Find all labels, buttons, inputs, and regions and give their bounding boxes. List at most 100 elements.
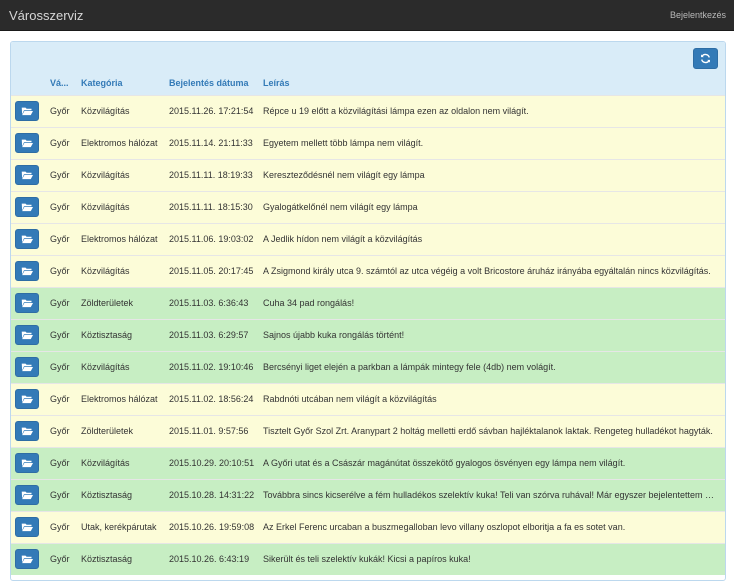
table-row[interactable]: Győr Közvilágítás 2015.11.11. 18:15:30 Gyal… (11, 191, 725, 223)
table-row[interactable]: Győr Közvilágítás 2015.11.05. 20:17:45 A Zs… (11, 255, 725, 287)
row-city: Győr (50, 234, 70, 244)
table-row[interactable]: Győr Közvilágítás 2015.11.02. 19:10:46 Berc… (11, 351, 725, 383)
table-row[interactable]: Győr Köztisztaság 2015.11.03. 6:29:57 Sajno… (11, 319, 725, 351)
row-date: 2015.11.05. 20:17:45 (169, 266, 254, 276)
row-description: Továbbra sincs kicserélve a fém hulladék… (263, 490, 725, 500)
row-description: Tisztelt Győr Szol Zrt. Aranypart 2 holt… (263, 426, 713, 436)
row-date: 2015.11.02. 19:10:46 (169, 362, 254, 372)
table-header-row: Vá... Kategória Bejelentés dátuma Leírás (11, 76, 725, 95)
row-category: Elektromos hálózat (81, 234, 158, 244)
row-city: Győr (50, 362, 70, 372)
table-row[interactable]: Győr Közvilágítás 2015.11.26. 17:21:54 Répc… (11, 95, 725, 127)
row-action-cell (11, 447, 50, 479)
row-city: Győr (50, 458, 70, 468)
open-report-button[interactable] (15, 549, 39, 570)
row-action-cell (11, 415, 50, 447)
row-date: 2015.11.03. 6:29:57 (169, 330, 249, 340)
table-row[interactable]: Győr Zöldterületek 2015.11.03. 6:36:43 Cuha… (11, 287, 725, 319)
row-date: 2015.11.26. 17:21:54 (169, 106, 254, 116)
open-report-button[interactable] (15, 517, 39, 537)
open-report-button[interactable] (15, 357, 39, 377)
row-category: Közvilágítás (81, 106, 130, 116)
table-row[interactable]: Győr Köztisztaság 2015.10.26. 6:43:19 Siker… (11, 543, 725, 575)
row-description: Sikerült és teli szelektív kukák! Kicsi … (263, 554, 471, 565)
row-description: A Győri utat és a Császár magánútat össz… (263, 458, 626, 468)
row-description: Répce u 19 előtt a közvilágítási lámpa e… (263, 106, 529, 116)
row-action-cell (11, 319, 50, 351)
open-report-button[interactable] (15, 101, 39, 121)
table-row[interactable]: Győr Zöldterületek 2015.11.01. 9:57:56 Tisz… (11, 415, 725, 447)
app-title[interactable]: Városszerviz (9, 8, 83, 23)
panel-toolbar (11, 42, 725, 76)
open-report-button[interactable] (15, 133, 39, 153)
table-row[interactable]: Győr Elektromos hálózat 2015.11.14. 21:11:… (11, 127, 725, 159)
folder-open-icon (21, 331, 33, 340)
folder-open-icon (21, 139, 33, 148)
row-city: Győr (50, 522, 70, 532)
row-city: Győr (50, 394, 70, 404)
table-row[interactable]: Győr Utak, kerékpárutak 2015.10.26. 19:59:… (11, 511, 725, 543)
navbar: Városszerviz Bejelentkezés (0, 0, 734, 31)
folder-open-icon (21, 203, 33, 212)
login-link[interactable]: Bejelentkezés (670, 10, 726, 20)
table-row[interactable]: Győr Közvilágítás 2015.11.11. 18:19:33 Kere… (11, 159, 725, 191)
row-date: 2015.10.26. 6:43:19 (169, 554, 250, 565)
folder-open-icon (21, 523, 33, 532)
folder-open-icon (21, 491, 33, 500)
row-date: 2015.10.28. 14:31:22 (169, 490, 255, 500)
column-header-city[interactable]: Vá... (50, 76, 81, 95)
row-action-cell (11, 511, 50, 543)
row-date: 2015.11.02. 18:56:24 (169, 394, 254, 404)
row-city: Győr (50, 106, 70, 116)
row-date: 2015.11.11. 18:19:33 (169, 170, 253, 180)
row-city: Győr (50, 266, 70, 276)
open-report-button[interactable] (15, 421, 39, 441)
row-action-cell (11, 479, 50, 511)
refresh-icon (701, 53, 710, 64)
row-category: Közvilágítás (81, 458, 130, 468)
row-date: 2015.11.01. 9:57:56 (169, 426, 249, 436)
open-report-button[interactable] (15, 293, 39, 313)
row-description: Kereszteződésnél nem világít egy lámpa (263, 170, 425, 180)
table-row[interactable]: Győr Elektromos hálózat 2015.11.02. 18:56:… (11, 383, 725, 415)
row-city: Győr (50, 330, 70, 340)
open-report-button[interactable] (15, 165, 39, 185)
row-city: Győr (50, 490, 70, 500)
row-category: Köztisztaság (81, 330, 133, 340)
row-date: 2015.10.26. 19:59:08 (169, 522, 255, 532)
column-header-category[interactable]: Kategória (81, 76, 169, 95)
open-report-button[interactable] (15, 325, 39, 345)
row-category: Zöldterületek (81, 426, 134, 436)
folder-open-icon (21, 267, 33, 276)
open-report-button[interactable] (15, 261, 39, 281)
folder-open-icon (21, 459, 33, 468)
open-report-button[interactable] (15, 453, 39, 473)
folder-open-icon (21, 299, 33, 308)
column-header-action (11, 76, 50, 95)
row-date: 2015.11.11. 18:15:30 (169, 202, 253, 212)
folder-open-icon (21, 107, 33, 116)
row-category: Közvilágítás (81, 170, 130, 180)
open-report-button[interactable] (15, 197, 39, 217)
open-report-button[interactable] (15, 485, 39, 505)
row-action-cell (11, 287, 50, 319)
row-category: Zöldterületek (81, 298, 134, 308)
row-city: Győr (50, 426, 70, 436)
row-category: Utak, kerékpárutak (81, 522, 157, 532)
table-row[interactable]: Győr Köztisztaság 2015.10.28. 14:31:22 Tová… (11, 479, 725, 511)
row-category: Közvilágítás (81, 202, 130, 212)
table-row[interactable]: Győr Elektromos hálózat 2015.11.06. 19:03:… (11, 223, 725, 255)
table-body: Győr Közvilágítás 2015.11.26. 17:21:54 Répc… (11, 95, 725, 575)
column-header-date[interactable]: Bejelentés dátuma (169, 76, 263, 95)
row-city: Győr (50, 554, 70, 565)
table-row[interactable]: Győr Közvilágítás 2015.10.29. 20:10:51 A Gy… (11, 447, 725, 479)
open-report-button[interactable] (15, 389, 39, 409)
folder-open-icon (21, 395, 33, 404)
column-header-description[interactable]: Leírás (263, 76, 725, 95)
row-city: Győr (50, 170, 70, 180)
row-date: 2015.11.14. 21:11:33 (169, 138, 253, 148)
row-action-cell (11, 95, 50, 127)
open-report-button[interactable] (15, 229, 39, 249)
refresh-button[interactable] (693, 48, 718, 69)
row-action-cell (11, 351, 50, 383)
